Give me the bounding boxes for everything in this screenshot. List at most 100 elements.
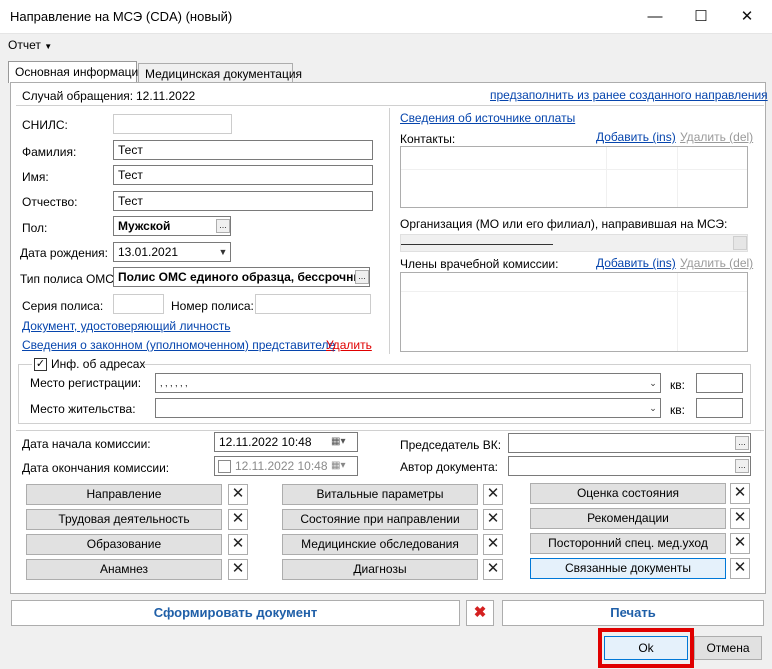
sex-input[interactable]: Мужской (113, 216, 231, 236)
close-icon[interactable]: ✕ (730, 483, 750, 504)
policy-number-input[interactable] (255, 294, 371, 314)
section-anamnesis-button[interactable]: Анамнез (26, 559, 222, 580)
tab-medical-docs[interactable]: Медицинская документация (138, 63, 302, 83)
close-icon[interactable]: ✕ (228, 484, 248, 505)
section-work-button[interactable]: Трудовая деятельность (26, 509, 222, 530)
apt-label: кв: (670, 378, 685, 392)
registration-input[interactable]: , , , , , , (155, 373, 661, 393)
apt-label: кв: (670, 403, 685, 417)
first-name-label: Имя: (22, 170, 49, 184)
policy-series-input[interactable] (113, 294, 164, 314)
delete-x-icon[interactable]: ✖ (466, 600, 494, 626)
ellipsis-icon[interactable]: ... (735, 436, 749, 450)
close-icon[interactable]: ✕ (483, 509, 503, 530)
section-care-button[interactable]: Посторонний спец. мед.уход (530, 533, 726, 554)
section-condition-button[interactable]: Состояние при направлении (282, 509, 478, 530)
section-vitals-button[interactable]: Витальные параметры (282, 484, 478, 505)
menu-report[interactable]: Отчет ▼ (8, 38, 52, 52)
minimize-icon[interactable]: — (632, 0, 678, 34)
end-date-checkbox[interactable] (218, 460, 231, 473)
close-icon[interactable]: ✕ (730, 533, 750, 554)
close-icon[interactable]: ✕ (730, 508, 750, 529)
last-name-input[interactable]: Тест (113, 140, 373, 160)
case-date: 12.11.2022 (136, 89, 196, 103)
maximize-icon[interactable]: ☐ (678, 0, 724, 34)
contacts-grid[interactable] (400, 146, 748, 208)
contacts-label: Контакты: (400, 132, 456, 146)
add-contact-link[interactable]: Добавить (ins) (596, 130, 676, 144)
calendar-icon[interactable]: ▦▾ (331, 460, 345, 471)
ellipsis-icon[interactable] (733, 236, 747, 250)
close-icon[interactable]: ✕ (228, 509, 248, 530)
birth-input[interactable]: 13.01.2021 (113, 242, 231, 262)
middle-name-input[interactable]: Тест (113, 191, 373, 211)
close-icon[interactable]: ✕ (483, 484, 503, 505)
identity-doc-link[interactable]: Документ, удостоверяющий личность (22, 319, 230, 333)
chair-input[interactable] (508, 433, 751, 453)
close-icon[interactable]: ✕ (228, 534, 248, 555)
calendar-icon[interactable]: ▦▾ (331, 436, 345, 447)
chair-label: Председатель ВК: (400, 438, 502, 452)
close-icon[interactable]: ✕ (724, 0, 770, 34)
policy-number-label: Номер полиса: (171, 299, 254, 313)
delete-contact-link[interactable]: Удалить (del) (680, 130, 753, 144)
sex-label: Пол: (22, 221, 48, 235)
residence-input[interactable] (155, 398, 661, 418)
representative-link[interactable]: Сведения о законном (уполномоченном) пре… (22, 338, 335, 352)
title-bar: Направление на МСЭ (CDA) (новый) — ☐ ✕ (0, 0, 772, 34)
prefill-link[interactable]: предзаполнить из ранее созданного направ… (490, 88, 768, 102)
end-date-label: Дата окончания комиссии: (22, 461, 170, 475)
middle-name-label: Отчество: (22, 195, 78, 209)
addresses-group-label: Инф. об адресах (51, 357, 146, 371)
section-education-button[interactable]: Образование (26, 534, 222, 555)
divider (16, 430, 764, 431)
menu-bar: Отчет ▼ (0, 34, 772, 56)
section-direction-button[interactable]: Направление (26, 484, 222, 505)
divider (16, 105, 764, 106)
author-input[interactable] (508, 456, 751, 476)
organization-input[interactable] (400, 234, 748, 252)
ellipsis-icon[interactable]: ... (216, 219, 230, 233)
ok-button[interactable]: Ok (604, 636, 688, 660)
section-diagnoses-button[interactable]: Диагнозы (282, 559, 478, 580)
first-name-input[interactable]: Тест (113, 165, 373, 185)
window-title: Направление на МСЭ (CDA) (новый) (10, 9, 233, 24)
section-related-docs-button[interactable]: Связанные документы (530, 558, 726, 579)
birth-label: Дата рождения: (20, 246, 108, 260)
policy-series-label: Серия полиса: (22, 299, 104, 313)
policy-type-input[interactable]: Полис ОМС единого образца, бессрочный (113, 267, 370, 287)
commission-grid[interactable] (400, 272, 748, 352)
ellipsis-icon[interactable]: ... (355, 270, 369, 284)
cancel-button[interactable]: Отмена (694, 636, 762, 660)
section-assessment-button[interactable]: Оценка состояния (530, 483, 726, 504)
snils-input[interactable] (113, 114, 232, 134)
generate-document-button[interactable]: Сформировать документ (11, 600, 460, 626)
addresses-checkbox[interactable]: ✓ (34, 358, 47, 371)
close-icon[interactable]: ✕ (483, 534, 503, 555)
ellipsis-icon[interactable]: ... (735, 459, 749, 473)
close-icon[interactable]: ✕ (730, 558, 750, 579)
delete-commission-link[interactable]: Удалить (del) (680, 256, 753, 270)
section-exams-button[interactable]: Медицинские обследования (282, 534, 478, 555)
chevron-down-icon[interactable]: ⌄ (646, 403, 660, 414)
snils-label: СНИЛС: (22, 118, 68, 132)
chevron-down-icon[interactable]: ⌄ (646, 378, 660, 389)
section-recommendations-button[interactable]: Рекомендации (530, 508, 726, 529)
tab-main-info[interactable]: Основная информация (8, 61, 145, 83)
payment-source-link[interactable]: Сведения об источнике оплаты (400, 111, 575, 125)
apt-input[interactable] (696, 373, 743, 393)
add-commission-link[interactable]: Добавить (ins) (596, 256, 676, 270)
print-button[interactable]: Печать (502, 600, 764, 626)
divider (389, 108, 390, 354)
start-date-label: Дата начала комиссии: (22, 437, 151, 451)
last-name-label: Фамилия: (22, 145, 77, 159)
chevron-down-icon[interactable]: ▼ (216, 247, 230, 257)
close-icon[interactable]: ✕ (483, 559, 503, 580)
author-label: Автор документа: (400, 460, 499, 474)
case-label: Случай обращения: (22, 89, 134, 103)
policy-type-label: Тип полиса ОМС: (20, 272, 118, 286)
close-icon[interactable]: ✕ (228, 559, 248, 580)
registration-label: Место регистрации: (30, 376, 142, 390)
delete-representative-link[interactable]: Удалить (326, 338, 372, 352)
apt-input[interactable] (696, 398, 743, 418)
